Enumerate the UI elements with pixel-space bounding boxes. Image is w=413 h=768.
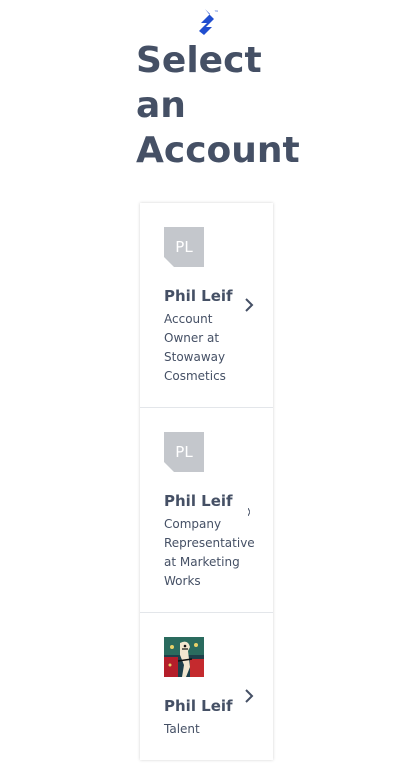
chevron-right-icon [245,298,254,312]
toptal-logo-icon[interactable]: ™ [194,8,220,36]
chevron-right-icon [248,508,250,516]
account-role: Company Representative at Marketing Work… [164,517,255,588]
account-name: Phil Leif [164,492,233,510]
chevron-right-icon [245,689,254,703]
account-name: Phil Leif [164,697,233,715]
account-role: Account Owner at Stowaway Cosmetics [164,312,226,383]
page-title: Select an Account [136,40,300,171]
account-list: PL Phil Leif Account Owner at Stowaway C… [140,203,273,760]
avatar: PL [164,227,204,267]
account-name: Phil Leif [164,287,233,305]
account-card[interactable]: PL Phil Leif Company Representative at M… [140,408,273,613]
trademark-symbol: ™ [214,10,219,16]
avatar: PL [164,432,204,472]
account-role: Talent [164,722,200,736]
account-card[interactable]: Phil Leif Talent [140,613,273,760]
account-card[interactable]: PL Phil Leif Account Owner at Stowaway C… [140,203,273,408]
photo-avatar [164,637,204,677]
